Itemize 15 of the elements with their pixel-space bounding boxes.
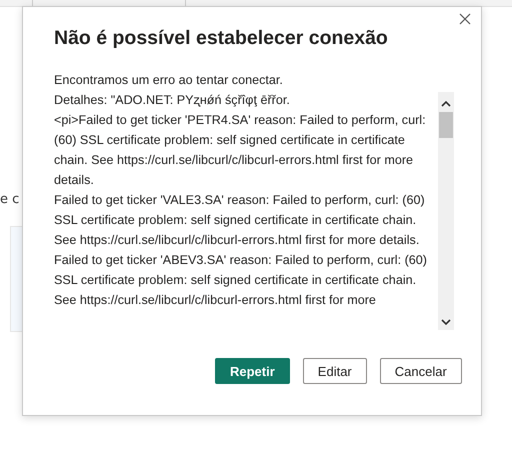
close-icon[interactable] (459, 13, 471, 25)
scroll-up-icon[interactable] (441, 100, 451, 108)
scroll-down-icon[interactable] (441, 318, 451, 326)
error-message: <pi>Failed to get ticker 'PETR4.SA' reason: Failed to perform, curl: (60) SSL certificate problem: self signed certificate in certificate chain. See https://curl.se/libcurl/c/libcurl-errors.html first for more details. (54, 112, 427, 189)
dialog-button[interactable]: Cancelar (380, 358, 462, 384)
dialog-button[interactable]: Editar (302, 358, 367, 384)
error-message: Failed to get ticker 'ABEV3.SA' reason: Failed to perform, curl: (60) SSL certificate problem: self signed certificate in certificate chain. See https://curl.se/libcurl/c/libcurl-errors.html first for more (54, 252, 428, 309)
retry-button[interactable]: Repetir (215, 358, 290, 384)
dialog-title: Não é possível estabelecer conexão (54, 27, 389, 50)
scrollbar[interactable] (438, 92, 454, 330)
error-message: Failed to get ticker 'VALE3.SA' reason: Failed to perform, curl: (60) SSL certificate problem: self signed certificate in certificate chain. See https://curl.se/libcurl/c/libcurl-errors.html first for more details. (54, 192, 426, 249)
scroll-thumb[interactable] (439, 112, 453, 138)
error-message: Detalhes: "ADO.NET: PΥʐнǿń śçřîφţ ēřřor. (54, 92, 291, 109)
error-message: Encontramos um erro ao tentar conectar. (54, 72, 284, 89)
background-text: e c (0, 192, 20, 207)
